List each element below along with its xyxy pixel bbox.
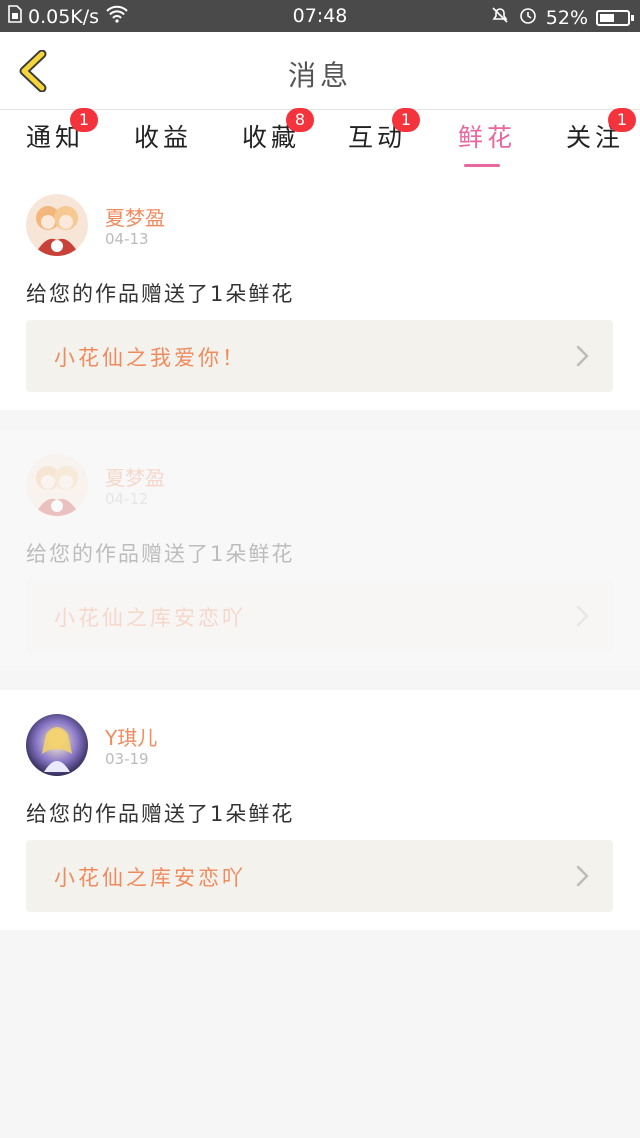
tab-favorites[interactable]: 收藏 8 <box>242 108 314 166</box>
gift-title: 小花仙之库安恋吖 <box>54 606 246 630</box>
message-text: 给您的作品赠送了1朵鲜花 <box>26 542 295 566</box>
tab-earnings[interactable]: 收益 <box>134 118 192 166</box>
avatar[interactable] <box>26 714 88 776</box>
message-card: 夏梦盈 04-13 给您的作品赠送了1朵鲜花 小花仙之我爱你！ <box>0 170 640 410</box>
battery-icon <box>596 9 634 26</box>
chevron-right-icon <box>576 605 589 627</box>
sender-name[interactable]: 夏梦盈 <box>105 202 165 231</box>
battery-percent: 52% <box>545 6 588 29</box>
message-text: 给您的作品赠送了1朵鲜花 <box>26 282 295 306</box>
chevron-right-icon <box>576 345 589 367</box>
tab-bar: 通知 1 收益 收藏 8 互动 1 鲜花 关注 1 <box>0 108 640 170</box>
message-date: 03-19 <box>105 750 149 768</box>
mute-bell-icon <box>490 5 510 30</box>
tab-active-indicator <box>464 164 500 167</box>
tab-badge: 1 <box>392 108 420 132</box>
chevron-right-icon <box>576 865 589 887</box>
avatar[interactable] <box>26 454 88 516</box>
tab-label: 收益 <box>134 123 193 152</box>
message-card: 夏梦盈 04-12 给您的作品赠送了1朵鲜花 小花仙之库安恋吖 <box>0 430 640 670</box>
message-date: 04-13 <box>105 230 149 248</box>
tab-badge: 8 <box>286 108 314 132</box>
tab-flowers[interactable]: 鲜花 <box>458 118 517 167</box>
alarm-icon <box>518 5 538 30</box>
message-date: 04-12 <box>105 490 149 508</box>
tab-interactions[interactable]: 互动 1 <box>348 108 420 166</box>
status-right: 52% <box>490 5 634 30</box>
gift-title: 小花仙之库安恋吖 <box>54 866 246 890</box>
tab-label: 鲜花 <box>458 123 517 152</box>
tab-notifications[interactable]: 通知 1 <box>26 108 98 166</box>
avatar[interactable] <box>26 194 88 256</box>
status-bar: 0.05K/s 07:48 52% <box>0 0 640 32</box>
header-bar: 消息 <box>0 32 640 110</box>
message-text: 给您的作品赠送了1朵鲜花 <box>26 802 295 826</box>
page-title: 消息 <box>287 59 352 92</box>
tab-follows[interactable]: 关注 1 <box>566 108 636 166</box>
gift-link[interactable]: 小花仙之库安恋吖 <box>26 840 613 912</box>
gift-link[interactable]: 小花仙之我爱你！ <box>26 320 613 392</box>
sender-name[interactable]: Y琪儿 <box>105 722 157 751</box>
tab-badge: 1 <box>70 108 98 132</box>
sender-name[interactable]: 夏梦盈 <box>105 462 165 491</box>
tab-badge: 1 <box>608 108 636 132</box>
message-card: Y琪儿 03-19 给您的作品赠送了1朵鲜花 小花仙之库安恋吖 <box>0 690 640 930</box>
gift-link[interactable]: 小花仙之库安恋吖 <box>26 580 613 652</box>
gift-title: 小花仙之我爱你！ <box>54 346 246 370</box>
